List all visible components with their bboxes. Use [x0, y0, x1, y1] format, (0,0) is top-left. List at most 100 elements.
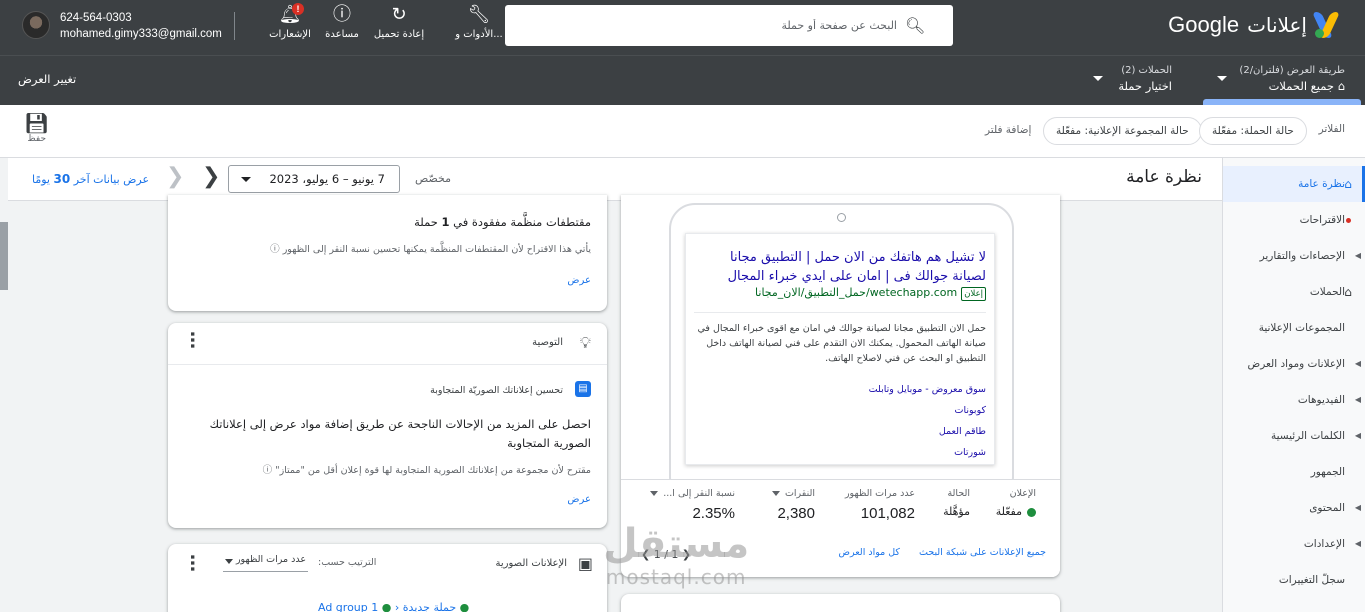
more-options-icon[interactable]: …	[186, 554, 207, 571]
ad-sitelink[interactable]: كوبونات	[955, 405, 986, 416]
save-icon: 💾︎	[24, 111, 50, 135]
card-title-suffix: حملة	[414, 215, 438, 229]
nav-item-overview[interactable]: نظرة عامة ⌂	[1223, 166, 1365, 202]
expand-icon: ◀	[1354, 503, 1361, 512]
card-header-title: التوصية	[532, 337, 563, 348]
reload-label: إعادة تحميل	[373, 29, 425, 40]
enabled-status-icon	[1027, 507, 1036, 517]
nav-item-insights-reports[interactable]: ◀ الإحصاءات والتقارير	[1223, 238, 1365, 274]
home-icon: ⌂	[1344, 285, 1352, 299]
nav-item-label: الكلمات الرئيسية	[1270, 430, 1345, 442]
nav-item-recommendations[interactable]: الاقتراحات	[1223, 202, 1365, 238]
google-ads-logo[interactable]: إعلانات Google	[1168, 12, 1343, 38]
view-link[interactable]: عرض	[567, 275, 591, 286]
view-link[interactable]: عرض	[567, 494, 591, 505]
nav-item-campaigns[interactable]: الحملات ⌂	[1223, 274, 1365, 310]
chevron-down-icon	[241, 177, 251, 182]
nav-item-label: الإحصاءات والتقارير	[1259, 250, 1345, 262]
next-period-button[interactable]: ❯	[202, 164, 220, 189]
stat-label: نسبة النقر إلى ا...	[650, 488, 735, 499]
nav-item-ad-groups[interactable]: المجموعات الإعلانية	[1223, 310, 1365, 346]
nav-item-change-history[interactable]: سجلّ التغييرات	[1223, 562, 1365, 598]
chevron-down-icon	[771, 491, 780, 496]
search-ad-preview[interactable]: لا تشيل هم هاتفك من الان حمل | التطبيق م…	[685, 233, 995, 465]
date-range-picker[interactable]: 7 يونيو – 6 يوليو، 2023	[228, 165, 400, 193]
status-dot-icon: ●	[459, 601, 470, 612]
nav-item-label: سجلّ التغييرات	[1278, 574, 1345, 586]
filter-chip-adgroup-status[interactable]: حالة المجموعة الإعلانية: مفعّلة	[1043, 117, 1202, 145]
help-icon[interactable]: ⓘ	[263, 465, 273, 476]
top-app-bar: إعلانات Google 🔍︎ 🔧︎ الأدوات و... ↻ إعاد…	[0, 0, 1365, 55]
home-icon: ⌂	[1344, 177, 1352, 191]
stat-status: الحالة مؤهَّلة	[943, 488, 970, 518]
nav-item-label: الإعدادات	[1303, 538, 1345, 550]
ad-group-link[interactable]: ● حملة جديدة ‹ ● Ad group 1	[318, 601, 469, 612]
reload-button[interactable]: ↻ إعادة تحميل	[369, 3, 429, 40]
filter-chip-campaign-status[interactable]: حالة الحملة: مفعّلة	[1199, 117, 1307, 145]
more-options-icon[interactable]: …	[186, 331, 207, 348]
help-icon: ⓘ	[333, 4, 351, 25]
account-info[interactable]: 624-564-0303 mohamed.gimy333@gmail.com	[60, 10, 222, 42]
display-ads-card: ▣ الإعلانات الصورية الترتيب حسب: عدد مرا…	[168, 544, 607, 612]
ad-url-text: wetechapp.com/حمل_التطبيق/الان_مجانا	[755, 286, 958, 299]
ad-sitelink[interactable]: طاقم العمل	[939, 426, 986, 437]
nav-item-keywords[interactable]: ◀ الكلمات الرئيسية	[1223, 418, 1365, 454]
expand-icon: ◀	[1354, 539, 1361, 548]
avatar[interactable]	[22, 11, 50, 39]
search-input[interactable]	[517, 19, 897, 32]
help-icon[interactable]: ⓘ	[270, 244, 280, 255]
display-ad-icon: ▣	[577, 554, 593, 573]
notifications-label: الإشعارات	[269, 29, 311, 40]
save-button[interactable]: 💾︎ حفظ	[24, 112, 49, 144]
sort-select[interactable]: عدد مرات الظهور	[223, 554, 308, 572]
expand-icon: ◀	[1354, 251, 1361, 260]
all-assets-link[interactable]: كل مواد العرض	[838, 547, 899, 558]
show-last-30-days-link[interactable]: عرض بيانات آخر 30 يومًا	[32, 172, 149, 186]
last30-prefix: عرض بيانات آخر	[73, 173, 150, 186]
watermark-arabic: مستقل	[603, 521, 750, 567]
ad-group-name: Ad group 1	[318, 601, 379, 612]
stat-value: مفعّلة	[996, 505, 1036, 518]
tools-label: الأدوات و...	[455, 29, 503, 40]
search-icon: 🔍︎	[905, 16, 926, 35]
search-box[interactable]: 🔍︎	[505, 5, 953, 46]
help-button[interactable]: ⓘ مساعدة	[312, 3, 372, 40]
responsive-display-ad-icon: ▤	[575, 381, 591, 397]
nav-item-label: الفيديوهات	[1297, 394, 1345, 406]
scrollbar-thumb[interactable]	[0, 222, 8, 290]
campaign-selector[interactable]: الحملات (2) اختيار حملة	[1118, 65, 1172, 93]
filters-label: الفلاتر	[1318, 123, 1345, 135]
change-view-button[interactable]: تغيير العرض	[18, 72, 76, 86]
nav-item-videos[interactable]: ◀ الفيديوهات	[1223, 382, 1365, 418]
nav-item-label: الاقتراحات	[1299, 214, 1345, 226]
notifications-badge: !	[292, 3, 304, 15]
ad-sitelink[interactable]: سوق معروض - موبايل وتابلت	[869, 384, 986, 395]
campaign-selector-value: اختيار حملة	[1118, 79, 1172, 93]
ad-preview-card: لا تشيل هم هاتفك من الان حمل | التطبيق م…	[621, 195, 1060, 577]
next-card	[621, 594, 1060, 612]
add-filter-button[interactable]: إضافة فلتر	[985, 124, 1031, 136]
page-title: نظرة عامة	[1126, 167, 1202, 187]
wrench-icon: 🔧︎	[467, 4, 491, 25]
notifications-button[interactable]: 🔔︎ ! الإشعارات	[260, 3, 320, 40]
stat-clicks[interactable]: النقرات 2,380	[771, 488, 815, 522]
stat-value: 101,082	[860, 505, 915, 522]
nav-item-settings[interactable]: ◀ الإعدادات	[1223, 526, 1365, 562]
view-selector-caret-icon[interactable]	[1217, 76, 1227, 81]
nav-item-audiences[interactable]: الجمهور	[1223, 454, 1365, 490]
view-selector[interactable]: طريقة العرض (فلتران/2) ⌂ جميع الحملات	[1239, 65, 1345, 93]
nav-item-ads-assets[interactable]: ◀ الإعلانات ومواد العرض	[1223, 346, 1365, 382]
campaign-selector-caret-icon[interactable]	[1093, 76, 1103, 81]
sort-value: عدد مرات الظهور	[235, 554, 306, 565]
stat-ctr[interactable]: نسبة النقر إلى ا... 2.35%	[650, 488, 735, 522]
product-name: إعلانات	[1247, 14, 1307, 37]
nav-item-content[interactable]: ◀ المحتوى	[1223, 490, 1365, 526]
ad-description: حمل الان التطبيق مجانا لصيانة جوالك في ا…	[697, 323, 986, 364]
all-search-ads-link[interactable]: جميع الإعلانات على شبكة البحث	[919, 547, 1046, 558]
tools-button[interactable]: 🔧︎ الأدوات و...	[449, 3, 509, 40]
ad-sitelink[interactable]: شورتات	[954, 447, 986, 458]
previous-period-button[interactable]: ❯	[166, 164, 184, 189]
stat-value: 2.35%	[692, 505, 735, 522]
status-dot-icon: ●	[381, 601, 392, 612]
phone-camera	[837, 213, 846, 222]
